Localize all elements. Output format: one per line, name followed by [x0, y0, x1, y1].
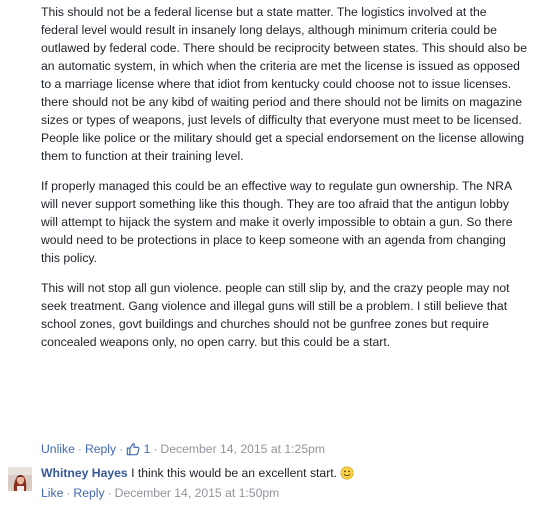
separator: · [107, 486, 112, 500]
reply-text: I think this would be an excellent start… [131, 466, 338, 480]
smiley-icon [340, 466, 354, 480]
reply-actions: Like · Reply · December 14, 2015 at 1:50pm [41, 484, 279, 502]
avatar[interactable] [8, 467, 32, 491]
reply-link[interactable]: Reply [85, 442, 116, 456]
reply-text-line: Whitney Hayes I think this would be an e… [41, 464, 354, 482]
comment-body: This should not be a federal license but… [41, 3, 527, 351]
reply-link[interactable]: Reply [73, 486, 104, 500]
reply-comment: Whitney Hayes I think this would be an e… [0, 460, 535, 513]
separator: · [66, 486, 71, 500]
comment-paragraph-1: This should not be a federal license but… [41, 5, 527, 163]
comment-timestamp[interactable]: December 14, 2015 at 1:25pm [160, 442, 325, 456]
reply-author-link[interactable]: Whitney Hayes [41, 466, 128, 480]
thumbs-up-icon [126, 443, 140, 456]
like-count-button[interactable]: 1 [126, 442, 150, 456]
comment-paragraph-2: If properly managed this could be an eff… [41, 179, 513, 265]
comment-paragraph-3: This will not stop all gun violence. peo… [41, 281, 510, 349]
avatar-image [8, 467, 32, 491]
separator: · [153, 442, 158, 456]
separator: · [77, 442, 82, 456]
reply-timestamp[interactable]: December 14, 2015 at 1:50pm [115, 486, 280, 500]
separator: · [119, 442, 124, 456]
like-link[interactable]: Like [41, 486, 63, 500]
unlike-link[interactable]: Unlike [41, 442, 75, 456]
comment-actions: Unlike · Reply · 1 · December 14, 2015 at 1:2… [41, 440, 325, 458]
